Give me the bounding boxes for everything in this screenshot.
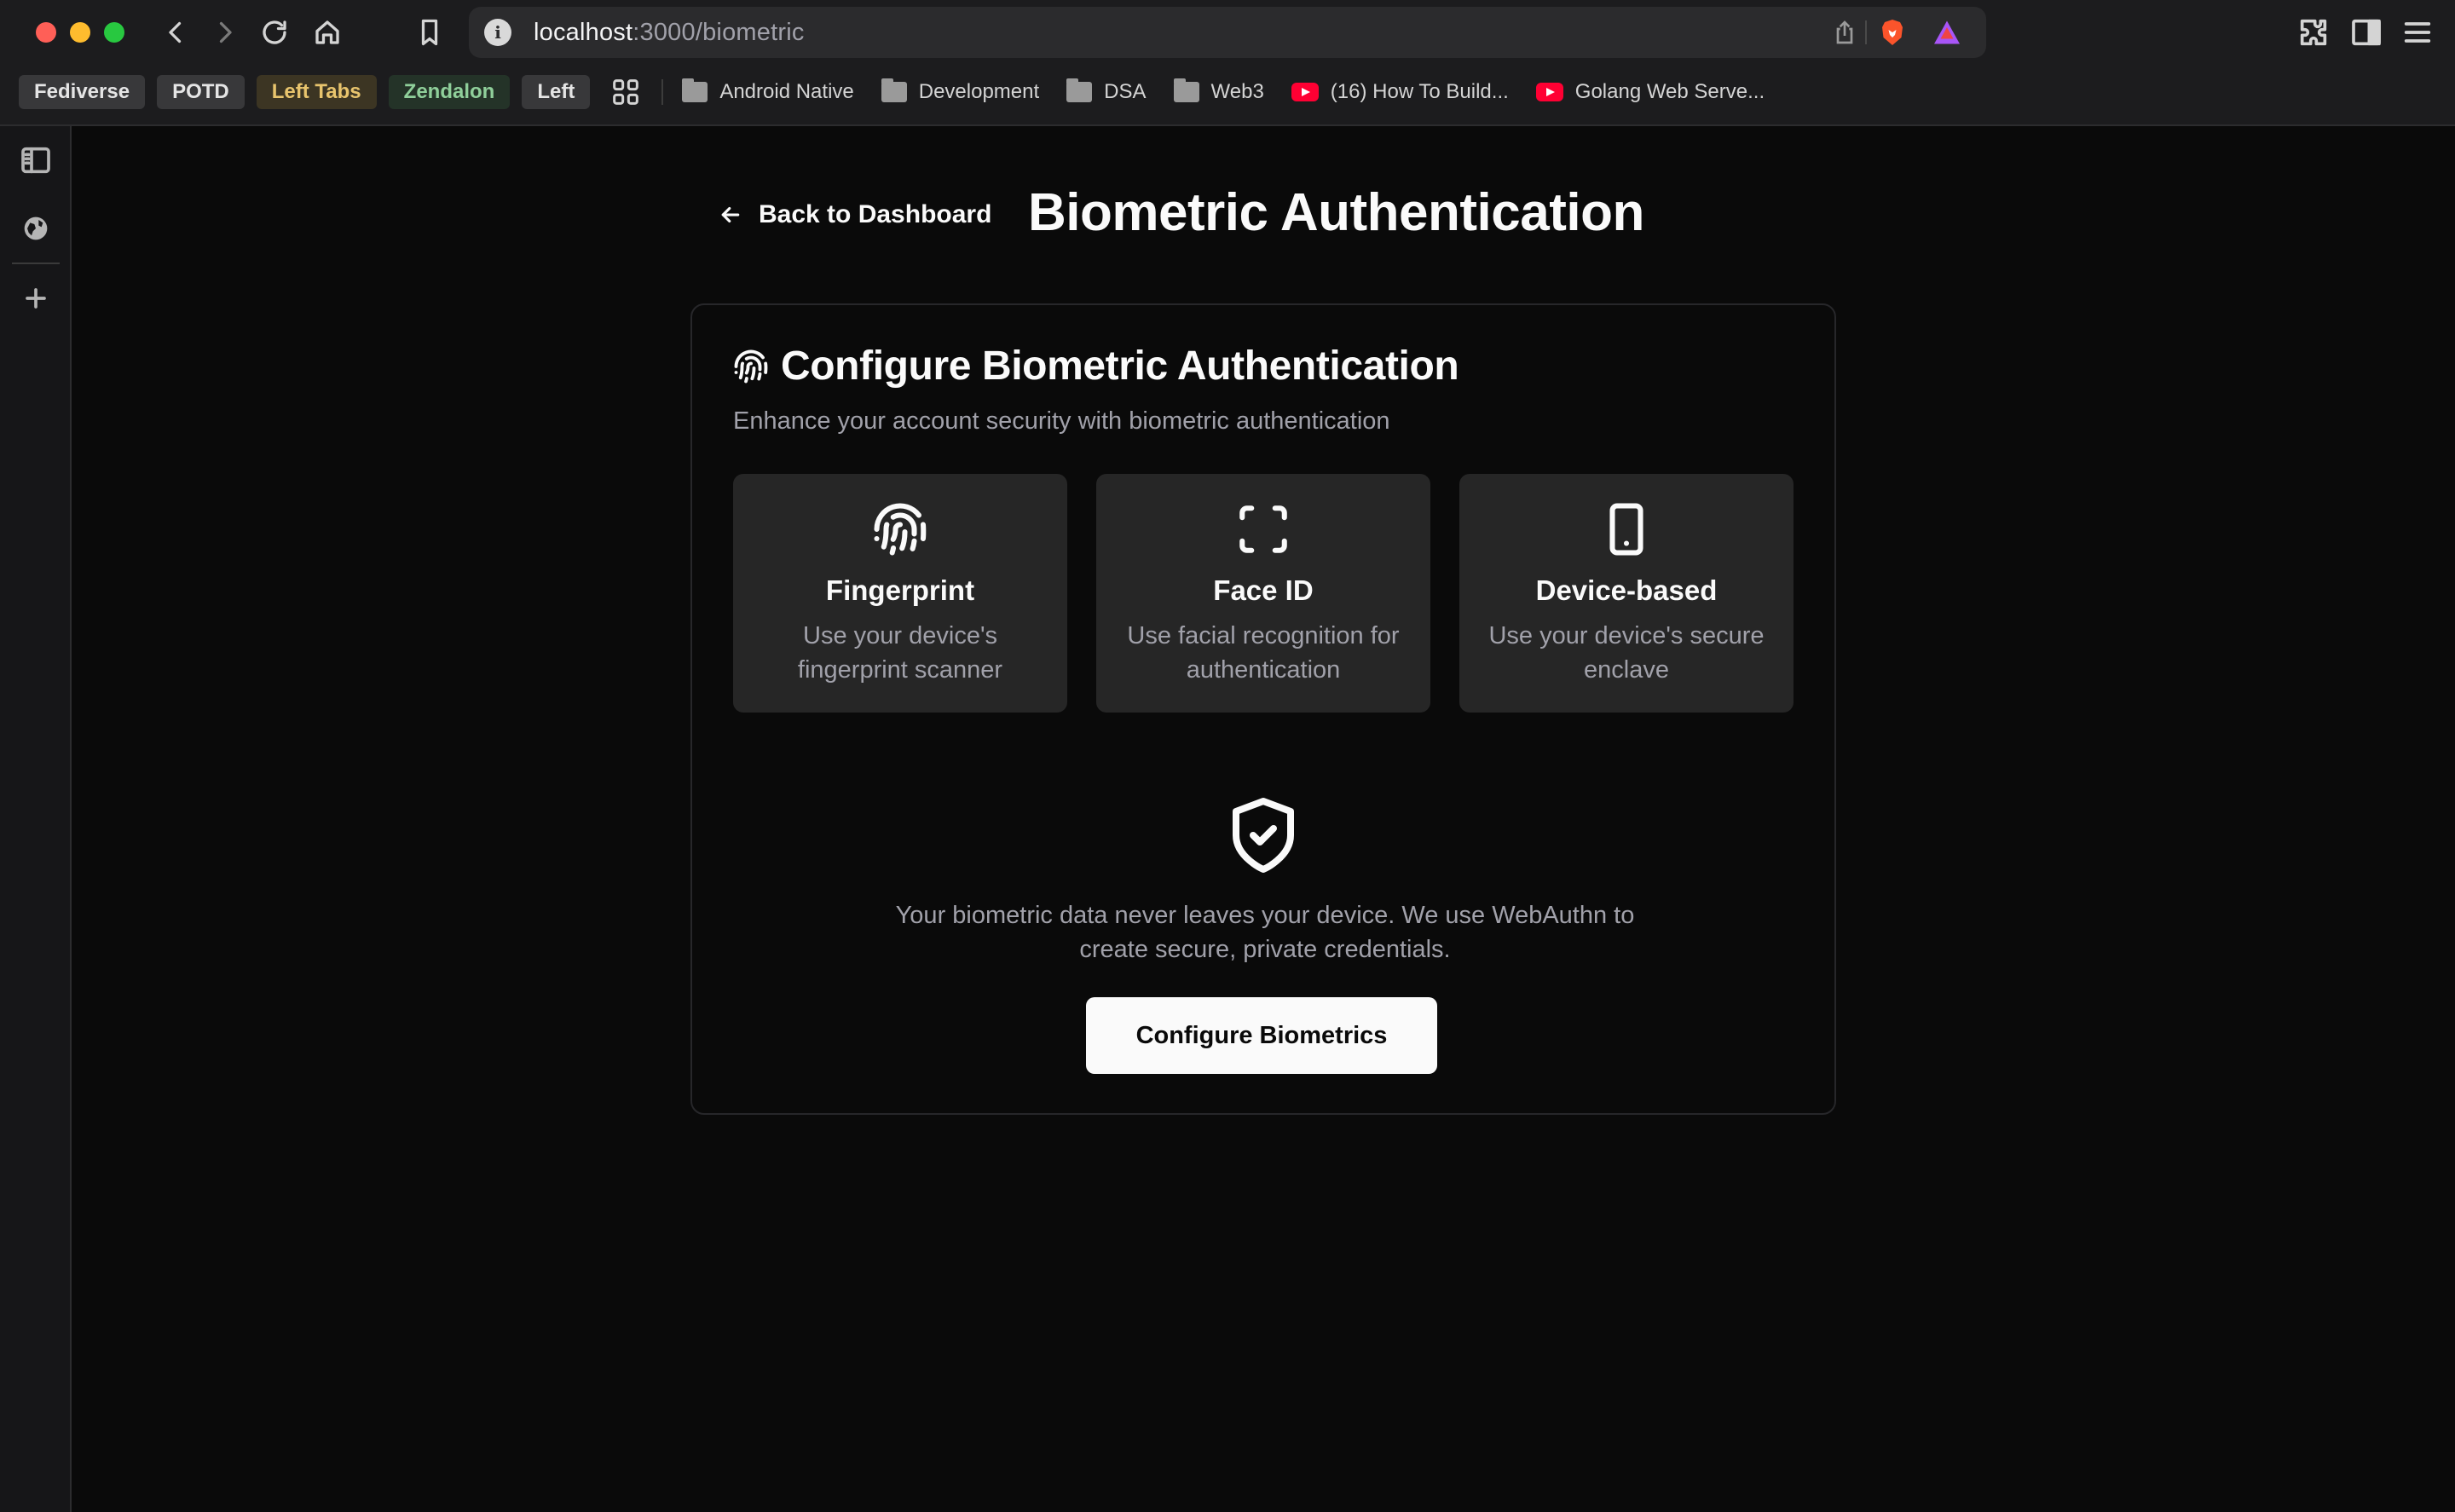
bookmark-label: DSA [1104,80,1147,103]
arrow-left-icon [721,206,740,223]
page-content: Back to Dashboard Biometric Authenticati… [73,128,2455,1512]
back-button[interactable] [159,15,193,49]
brave-shields-icon[interactable] [1877,17,1908,48]
address-bar[interactable]: i localhost:3000/biometric [469,7,1986,58]
page-title: Biometric Authentication [1028,183,1644,242]
fingerprint-icon [872,501,928,557]
forward-button[interactable] [208,15,242,49]
bookmark-label: (16) How To Build... [1330,80,1509,103]
browser-toolbar: i localhost:3000/biometric Fediverse POT… [0,0,2455,126]
web-panel-button[interactable] [19,211,53,245]
auth-methods: Fingerprint Use your device's fingerprin… [733,474,1794,713]
extensions-button[interactable] [2296,15,2332,51]
hamburger-menu-icon [2404,22,2431,43]
home-button[interactable] [310,15,344,49]
sidebar-panel-icon [21,147,50,174]
menu-button[interactable] [2400,15,2436,51]
bookmark-folder-dsa[interactable]: DSA [1066,78,1147,104]
url-host: localhost [534,19,633,46]
back-link-label: Back to Dashboard [759,200,992,228]
chevron-right-icon [219,21,232,43]
card-description: Enhance your account security with biome… [733,407,1390,435]
biometric-config-card: Configure Biometric Authentication Enhan… [690,303,1836,1115]
add-panel-button[interactable] [19,281,53,315]
toggle-sidebar-button[interactable] [19,143,53,177]
method-description: Use facial recognition for authenticatio… [1127,622,1400,684]
share-icon[interactable] [1831,19,1858,46]
method-description: Use your device's fingerprint scanner [797,622,1003,684]
bookmark-video-how-to-build[interactable]: (16) How To Build... [1291,80,1509,104]
brave-rewards-icon[interactable] [1930,17,1964,48]
bookmarks-divider [661,79,664,105]
fingerprint-icon [734,349,768,383]
bookmark-chip-potd[interactable]: POTD [157,75,245,109]
address-bar-divider [1865,20,1867,44]
window-controls [36,22,124,43]
bookmark-label: Golang Web Serve... [1574,80,1765,103]
apps-grid-icon[interactable] [609,75,643,109]
folder-icon [682,78,708,102]
bookmark-video-golang[interactable]: Golang Web Serve... [1535,80,1765,104]
bookmark-label: Web3 [1210,80,1264,103]
back-to-dashboard-link[interactable]: Back to Dashboard [718,198,991,232]
scan-face-icon [1235,501,1291,557]
bookmark-folder-android-native[interactable]: Android Native [682,78,854,104]
sidebar-icon [2352,19,2381,46]
folder-icon [1173,78,1199,102]
card-header: Configure Biometric Authentication [733,343,1459,390]
globe-icon [24,216,48,240]
reload-icon [263,20,286,44]
puzzle-icon [2300,19,2327,46]
configure-biometrics-button[interactable]: Configure Biometrics [1086,997,1437,1074]
shield-check-icon [1222,794,1304,876]
bookmark-chip-left-tabs[interactable]: Left Tabs [256,75,377,109]
bookmark-chip-left[interactable]: Left [522,75,591,109]
folder-icon [881,78,907,102]
bookmark-chip-fediverse[interactable]: Fediverse [19,75,146,109]
method-title: Face ID [1213,574,1314,606]
maximize-window-button[interactable] [104,22,124,43]
site-info-icon[interactable]: i [484,19,511,46]
side-panel-divider [12,263,60,264]
method-title: Fingerprint [825,574,975,606]
minimize-window-button[interactable] [70,22,90,43]
card-title: Configure Biometric Authentication [781,343,1459,389]
url-path: :3000/biometric [633,19,805,46]
bookmark-label: Development [918,80,1040,103]
bookmark-button[interactable] [413,15,447,49]
url-text[interactable]: localhost:3000/biometric [534,19,805,47]
reload-button[interactable] [257,15,292,49]
method-description: Use your device's secure enclave [1488,622,1765,684]
method-face-id[interactable]: Face ID Use facial recognition for authe… [1096,474,1430,713]
youtube-icon [1291,83,1319,101]
close-window-button[interactable] [36,22,56,43]
method-device-based[interactable]: Device-based Use your device's secure en… [1459,474,1794,713]
privacy-note: Your biometric data never leaves your de… [895,902,1635,963]
bookmark-icon [421,19,438,46]
bookmark-folder-web3[interactable]: Web3 [1173,78,1264,104]
chevron-left-icon [169,21,182,43]
folder-icon [1066,78,1093,102]
bookmark-label: Android Native [719,80,854,103]
bookmarks-bar: Fediverse POTD Left Tabs Zendalon Left A… [19,73,1780,111]
browser-side-panel [0,126,72,1512]
bookmark-folder-development[interactable]: Development [881,78,1040,104]
sidebar-toggle-button[interactable] [2349,15,2385,51]
youtube-icon [1535,83,1563,101]
home-icon [315,20,339,44]
plus-icon [26,288,46,309]
smartphone-icon [1598,501,1655,557]
method-fingerprint[interactable]: Fingerprint Use your device's fingerprin… [733,474,1067,713]
method-title: Device-based [1535,574,1718,606]
bookmark-chip-zendalon[interactable]: Zendalon [388,75,511,109]
